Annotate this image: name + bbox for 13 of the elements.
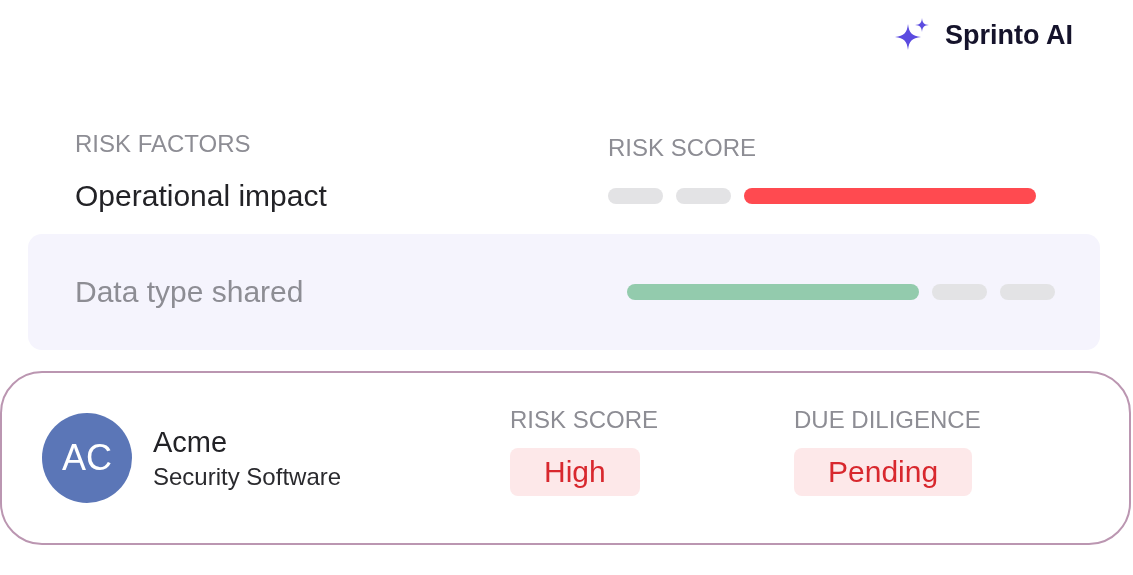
field-label: RISK SCORE [510, 406, 659, 434]
factor-label: Data type shared [75, 275, 305, 309]
factor-label: Operational impact [75, 179, 328, 213]
status-badge: Pending [794, 448, 973, 496]
vendor-name: Acme [153, 425, 229, 459]
avatar: AC [42, 413, 132, 503]
column-heading: RISK FACTORS [75, 130, 252, 159]
column-heading: RISK SCORE [608, 134, 758, 162]
vendor-category: Security Software [153, 462, 343, 491]
brand-name: Sprinto AI [945, 19, 1073, 51]
status-badge: High [510, 448, 640, 496]
field-label: DUE DILIGENCE [794, 406, 981, 434]
factor-row[interactable]: Data type shared [28, 234, 1100, 350]
